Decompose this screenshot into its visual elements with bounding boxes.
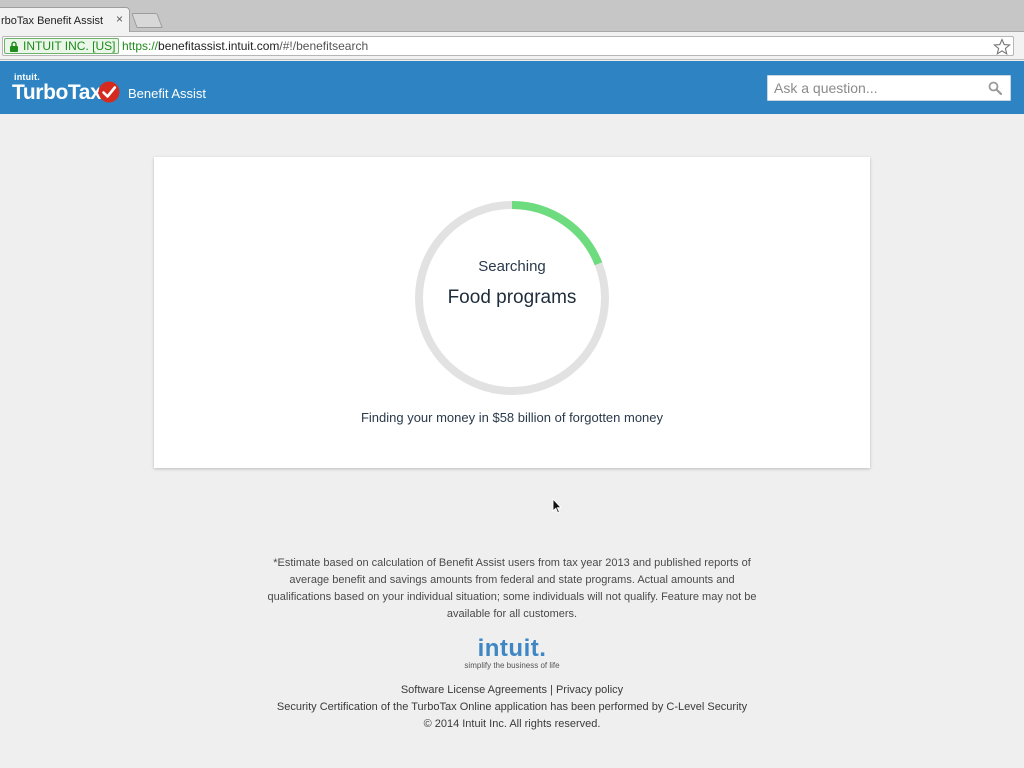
browser-tabstrip: rboTax Benefit Assist ×	[0, 0, 1024, 33]
search-caption: Finding your money in $58 billion of for…	[360, 410, 664, 425]
progress-arc	[511, 201, 603, 266]
search-box	[767, 75, 1011, 101]
turbotax-logo-text[interactable]: TurboTax	[12, 81, 102, 105]
turbotax-check-icon	[98, 81, 120, 103]
footer-links: Software License Agreements | Privacy po…	[0, 682, 1024, 733]
search-icon[interactable]	[988, 81, 1002, 95]
link-separator: |	[550, 684, 553, 696]
url-path: /#!/benefitsearch	[279, 39, 369, 53]
url-text[interactable]: https://benefitassist.intuit.com/#!/bene…	[122, 39, 368, 53]
browser-tab[interactable]: rboTax Benefit Assist ×	[0, 7, 130, 33]
ev-label: INTUIT INC. [US]	[23, 39, 116, 53]
lock-icon	[10, 41, 18, 52]
copyright-text: © 2014 Intuit Inc. All rights reserved.	[423, 718, 601, 730]
intuit-footer-logo: intuit. simplify the business of life	[442, 636, 582, 671]
browser-toolbar: INTUIT INC. [US] https://benefitassist.i…	[0, 32, 1024, 60]
search-status-label: Searching	[478, 258, 546, 275]
tab-title: rboTax Benefit Assist	[1, 15, 104, 27]
license-agreements-link[interactable]: Software License Agreements	[401, 684, 547, 696]
tab-close-icon[interactable]: ×	[116, 12, 123, 26]
search-category: Food programs	[447, 287, 577, 308]
product-name: Benefit Assist	[128, 86, 207, 101]
address-bar[interactable]: INTUIT INC. [US] https://benefitassist.i…	[2, 36, 1014, 56]
disclaimer-text: *Estimate based on calculation of Benefi…	[267, 557, 757, 620]
mouse-cursor-icon	[552, 498, 562, 514]
intuit-wordmark: intuit.	[477, 635, 547, 662]
search-input[interactable]	[768, 76, 978, 100]
url-host: benefitassist.intuit.com	[158, 39, 280, 53]
intuit-tagline: simplify the business of life	[464, 661, 560, 670]
url-scheme: https://	[122, 39, 159, 53]
ev-certificate-badge[interactable]: INTUIT INC. [US]	[4, 38, 120, 54]
site-header: intuit. TurboTax Benefit Assist	[0, 61, 1024, 114]
new-tab-button[interactable]	[131, 13, 163, 28]
privacy-policy-link[interactable]: Privacy policy	[556, 684, 623, 696]
search-progress-card: Searching Food programs Finding your mon…	[154, 157, 870, 468]
bookmark-star-icon[interactable]	[993, 38, 1011, 56]
security-certification-text: Security Certification of the TurboTax O…	[276, 701, 748, 713]
